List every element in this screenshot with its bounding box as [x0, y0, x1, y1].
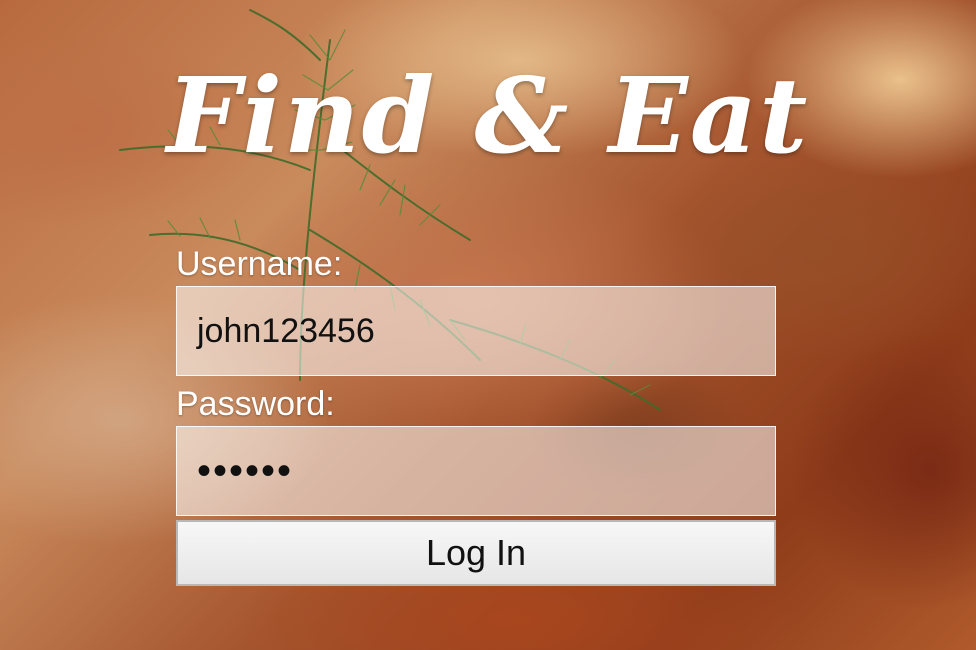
password-masked-value: ••••••	[197, 448, 294, 493]
password-label: Password:	[176, 385, 335, 423]
log-in-button[interactable]: Log In	[176, 520, 776, 586]
login-form: Username: john123456 Password: •••••• Lo…	[176, 242, 776, 586]
username-label: Username:	[176, 245, 343, 283]
username-value: john123456	[197, 311, 375, 350]
app-title-logo: Find & Eat	[166, 54, 810, 177]
username-field[interactable]: john123456	[176, 286, 776, 376]
password-field[interactable]: ••••••	[176, 426, 776, 516]
